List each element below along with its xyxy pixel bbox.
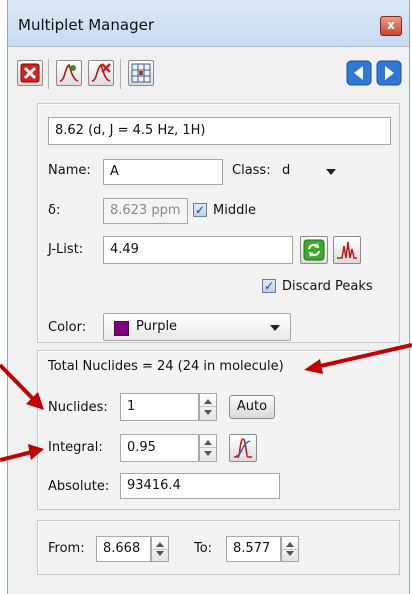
annotation-arrowhead bbox=[28, 444, 44, 460]
annotation-arrow-integral bbox=[0, 450, 33, 462]
annotation-arrow-nuclides bbox=[0, 363, 38, 404]
annotation-arrows bbox=[0, 343, 412, 462]
annotation-arrow-total bbox=[315, 343, 412, 369]
annotation-arrowhead bbox=[304, 359, 323, 374]
